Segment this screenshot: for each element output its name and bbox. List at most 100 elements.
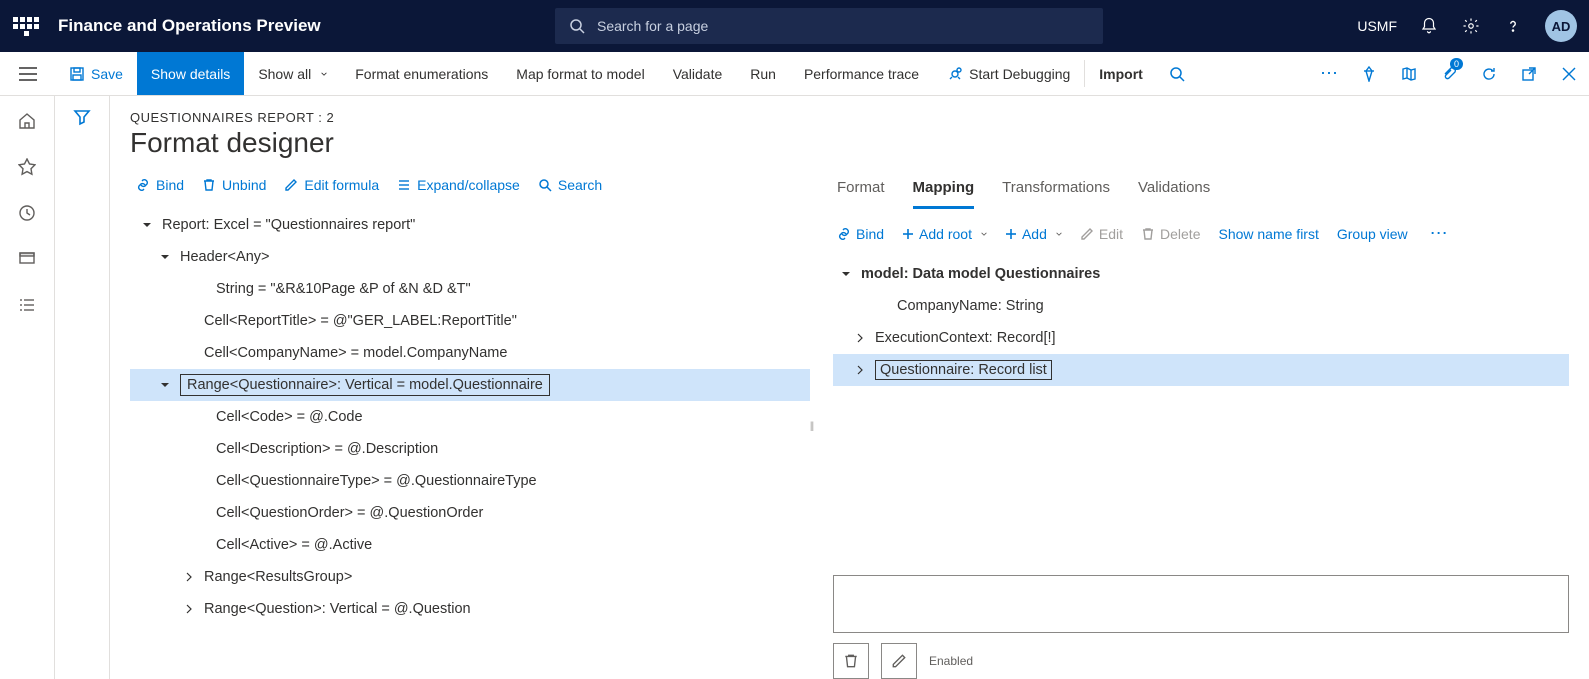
- tree-node-report[interactable]: Report: Excel = "Questionnaires report": [130, 209, 810, 241]
- waffle-menu[interactable]: [12, 12, 40, 40]
- rail-star-icon[interactable]: [16, 156, 38, 178]
- list-icon: [397, 178, 411, 192]
- formula-delete-button[interactable]: [833, 643, 869, 679]
- search-action-icon[interactable]: [1157, 52, 1197, 95]
- bind-button[interactable]: Bind: [136, 177, 184, 193]
- tree-search-button[interactable]: Search: [538, 177, 602, 193]
- rail-clock-icon[interactable]: [16, 202, 38, 224]
- right-overflow-icon[interactable]: ⋯: [1426, 223, 1452, 244]
- map-icon[interactable]: [1389, 52, 1429, 95]
- overflow-icon[interactable]: ⋯: [1309, 52, 1349, 95]
- add-button[interactable]: Add: [1005, 226, 1062, 242]
- refresh-icon[interactable]: [1469, 52, 1509, 95]
- show-details-button[interactable]: Show details: [137, 52, 244, 95]
- tree-node-active[interactable]: Cell<Active> = @.Active: [130, 529, 810, 561]
- search-label: Search: [558, 177, 602, 193]
- add-root-button[interactable]: Add root: [902, 226, 987, 242]
- validate-button[interactable]: Validate: [659, 52, 737, 95]
- import-button[interactable]: Import: [1085, 52, 1157, 95]
- global-search[interactable]: Search for a page: [555, 8, 1103, 44]
- attach-icon[interactable]: 0: [1429, 52, 1469, 95]
- delete-label: Delete: [1160, 226, 1200, 242]
- attach-badge: 0: [1450, 58, 1463, 70]
- tab-transformations[interactable]: Transformations: [1002, 173, 1110, 209]
- tree-node-questionnaire-range[interactable]: Range<Questionnaire>: Vertical = model.Q…: [130, 369, 810, 401]
- nav-toggle[interactable]: [0, 52, 55, 95]
- trash-icon: [202, 178, 216, 192]
- edit-label: Edit: [1099, 226, 1123, 242]
- enabled-label: Enabled: [929, 654, 973, 668]
- right-bind-button[interactable]: Bind: [837, 226, 884, 242]
- chevron-down-icon: [977, 231, 987, 237]
- tree-node-questionnairetype[interactable]: Cell<QuestionnaireType> = @.Questionnair…: [130, 465, 810, 497]
- rail-workspace-icon[interactable]: [16, 248, 38, 270]
- right-bind-label: Bind: [856, 226, 884, 242]
- formula-input[interactable]: [833, 575, 1569, 633]
- column-splitter[interactable]: [810, 173, 813, 679]
- expand-collapse-button[interactable]: Expand/collapse: [397, 177, 520, 193]
- tab-validations[interactable]: Validations: [1138, 173, 1210, 209]
- page-subtitle: QUESTIONNAIRES REPORT : 2: [130, 110, 1569, 125]
- start-debugging-button[interactable]: Start Debugging: [933, 52, 1084, 95]
- edit-formula-button[interactable]: Edit formula: [284, 177, 379, 193]
- delete-button: Delete: [1141, 226, 1200, 242]
- tree-label: Range<Question>: Vertical = @.Question: [204, 601, 471, 617]
- mapping-tree[interactable]: model: Data model Questionnaires Company…: [833, 254, 1569, 390]
- tree-node-questionorder[interactable]: Cell<QuestionOrder> = @.QuestionOrder: [130, 497, 810, 529]
- link-icon: [136, 178, 150, 192]
- run-button[interactable]: Run: [736, 52, 790, 95]
- legal-entity[interactable]: USMF: [1357, 18, 1397, 34]
- pencil-icon: [1080, 227, 1094, 241]
- add-root-label: Add root: [919, 226, 972, 242]
- pencil-icon: [284, 178, 298, 192]
- formula-edit-button[interactable]: [881, 643, 917, 679]
- group-view-button[interactable]: Group view: [1337, 226, 1408, 242]
- bind-label: Bind: [156, 177, 184, 193]
- edit-formula-label: Edit formula: [304, 177, 379, 193]
- save-button[interactable]: Save: [55, 52, 137, 95]
- close-icon[interactable]: [1549, 52, 1589, 95]
- search-icon: [569, 18, 585, 34]
- model-node-companyname[interactable]: CompanyName: String: [833, 290, 1569, 322]
- tree-node-companyname[interactable]: Cell<CompanyName> = model.CompanyName: [130, 337, 810, 369]
- map-format-button[interactable]: Map format to model: [502, 52, 658, 95]
- format-tree[interactable]: Report: Excel = "Questionnaires report" …: [130, 205, 810, 679]
- help-icon[interactable]: [1503, 16, 1523, 36]
- tree-label: Cell<Code> = @.Code: [216, 409, 363, 425]
- show-all-label: Show all: [258, 66, 311, 82]
- save-label: Save: [91, 66, 123, 82]
- tree-label: String = "&R&10Page &P of &N &D &T": [216, 281, 471, 297]
- tree-node-code[interactable]: Cell<Code> = @.Code: [130, 401, 810, 433]
- performance-trace-button[interactable]: Performance trace: [790, 52, 933, 95]
- model-node-questionnaire[interactable]: Questionnaire: Record list: [833, 354, 1569, 386]
- plus-icon: [1005, 228, 1017, 240]
- filter-icon[interactable]: [73, 108, 91, 679]
- tree-node-question-range[interactable]: Range<Question>: Vertical = @.Question: [130, 593, 810, 625]
- tree-node-reporttitle[interactable]: Cell<ReportTitle> = @"GER_LABEL:ReportTi…: [130, 305, 810, 337]
- show-name-first-button[interactable]: Show name first: [1218, 226, 1318, 242]
- tab-format[interactable]: Format: [837, 173, 885, 209]
- tree-node-header[interactable]: Header<Any>: [130, 241, 810, 273]
- page-title: Format designer: [130, 127, 1569, 159]
- tree-label: Questionnaire: Record list: [875, 360, 1052, 380]
- popout-icon[interactable]: [1509, 52, 1549, 95]
- format-enumerations-button[interactable]: Format enumerations: [341, 52, 502, 95]
- tree-label: model: Data model Questionnaires: [861, 266, 1100, 282]
- rail-home-icon[interactable]: [16, 110, 38, 132]
- tree-label: ExecutionContext: Record[!]: [875, 330, 1056, 346]
- unbind-button[interactable]: Unbind: [202, 177, 266, 193]
- rail-modules-icon[interactable]: [16, 294, 38, 316]
- tab-mapping[interactable]: Mapping: [913, 173, 975, 209]
- gear-icon[interactable]: [1461, 16, 1481, 36]
- bell-icon[interactable]: [1419, 16, 1439, 36]
- tree-node-string[interactable]: String = "&R&10Page &P of &N &D &T": [130, 273, 810, 305]
- diamond-icon[interactable]: [1349, 52, 1389, 95]
- show-all-button[interactable]: Show all: [244, 52, 341, 95]
- model-node-executioncontext[interactable]: ExecutionContext: Record[!]: [833, 322, 1569, 354]
- tree-node-description[interactable]: Cell<Description> = @.Description: [130, 433, 810, 465]
- tree-label: Range<Questionnaire>: Vertical = model.Q…: [180, 374, 550, 396]
- tree-label: Range<ResultsGroup>: [204, 569, 352, 585]
- user-avatar[interactable]: AD: [1545, 10, 1577, 42]
- tree-node-resultsgroup[interactable]: Range<ResultsGroup>: [130, 561, 810, 593]
- model-node-root[interactable]: model: Data model Questionnaires: [833, 258, 1569, 290]
